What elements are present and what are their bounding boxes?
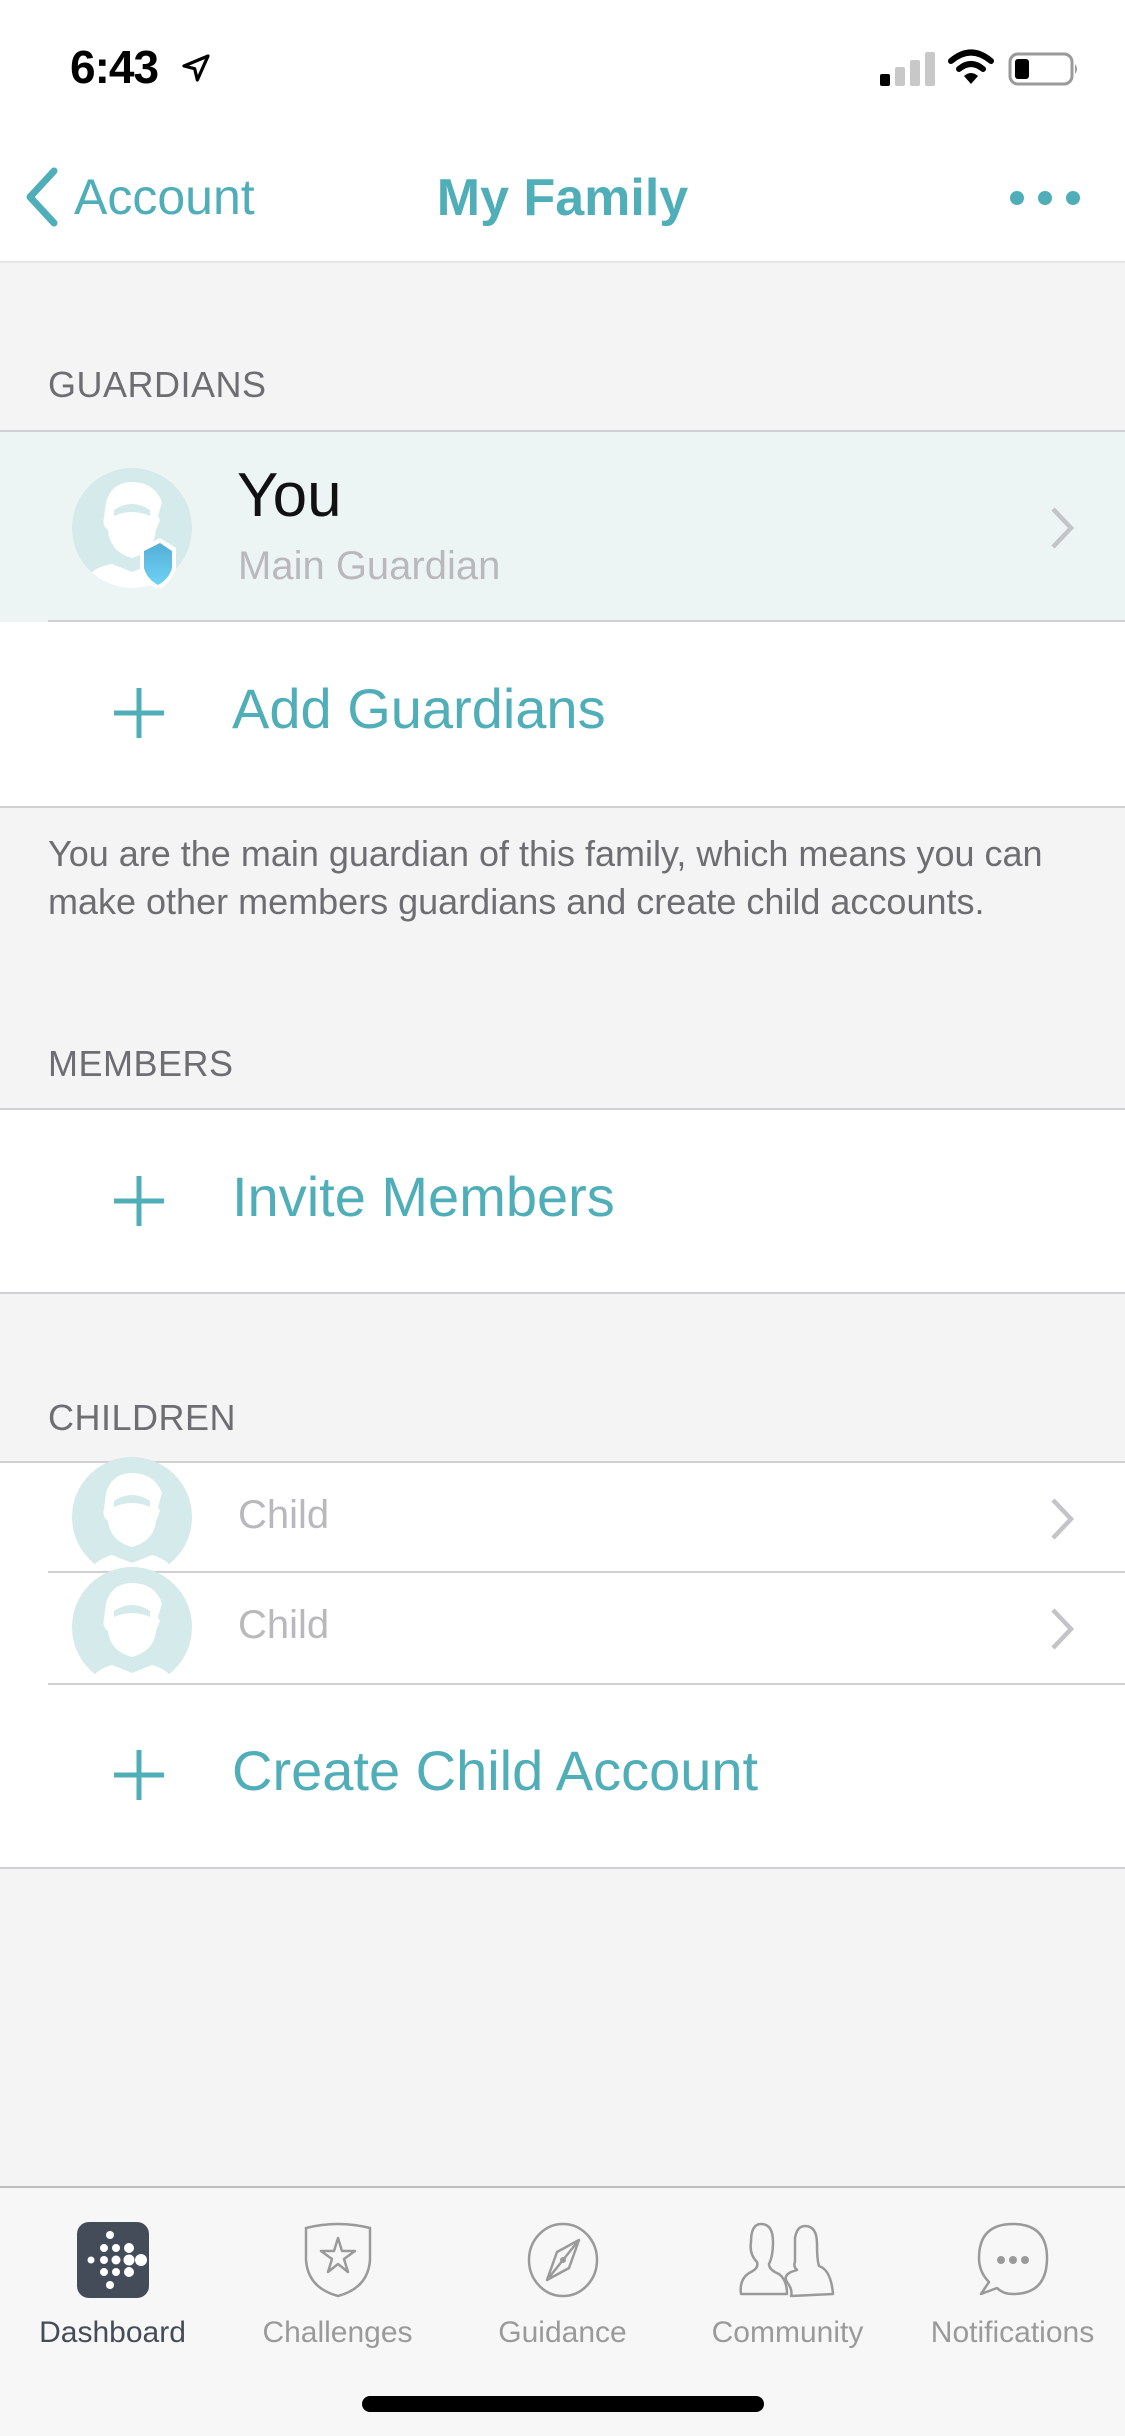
children-section-header: CHILDREN [48, 1397, 237, 1438]
page-title: My Family [436, 169, 689, 227]
tab-notifications[interactable]: Notifications [900, 2210, 1125, 2360]
child-row[interactable]: Child [0, 1567, 1125, 1687]
guardians-section-header: GUARDIANS [48, 364, 267, 405]
tab-community[interactable]: Community [675, 2210, 900, 2360]
home-indicator[interactable] [362, 2396, 764, 2412]
status-bar: 6:43 [0, 0, 1125, 130]
cellular-signal-icon [880, 52, 935, 86]
members-section-header: MEMBERS [48, 1043, 234, 1084]
more-options-button[interactable] [1010, 178, 1080, 218]
chat-bubble-icon [977, 2222, 1049, 2296]
location-arrow-icon [182, 54, 210, 82]
invite-members-label: Invite Members [232, 1165, 615, 1228]
more-dot [1066, 191, 1080, 205]
compass-icon [527, 2222, 599, 2298]
tab-label: Notifications [930, 2316, 1095, 2349]
tab-label: Dashboard [39, 2316, 186, 2349]
guardian-description: You are the main guardian of this family… [48, 833, 1043, 922]
child-avatar-icon [72, 1567, 192, 1687]
plus-icon [114, 1750, 164, 1800]
navigation-bar: Account My Family [0, 130, 1125, 263]
wifi-icon [948, 49, 994, 84]
status-time: 6:43 [70, 41, 159, 93]
create-child-account-button[interactable]: Create Child Account [0, 1685, 1125, 1869]
guardian-avatar-icon [72, 468, 192, 588]
plus-icon [114, 688, 164, 738]
add-guardians-label: Add Guardians [232, 677, 606, 740]
child-name: Child [238, 1493, 330, 1537]
guardian-name: You [237, 461, 342, 530]
more-dot [1038, 191, 1052, 205]
plus-icon [114, 1176, 164, 1226]
child-avatar-icon [72, 1457, 192, 1577]
child-name: Child [238, 1603, 330, 1647]
guardian-row-you[interactable]: You Main Guardian [0, 430, 1125, 622]
tab-label: Community [711, 2316, 864, 2349]
invite-members-button[interactable]: Invite Members [0, 1108, 1125, 1294]
add-guardians-button[interactable]: Add Guardians [0, 622, 1125, 808]
guardian-role: Main Guardian [238, 544, 501, 588]
chevron-right-icon [1051, 1498, 1075, 1540]
battery-icon [1008, 52, 1077, 86]
tab-label: Challenges [262, 2316, 413, 2349]
challenges-badge-icon [304, 2222, 372, 2298]
chevron-right-icon [1051, 1608, 1075, 1650]
tab-challenges[interactable]: Challenges [225, 2210, 450, 2360]
child-row[interactable]: Child [0, 1457, 1125, 1577]
dashboard-icon [77, 2222, 149, 2298]
tab-dashboard[interactable]: Dashboard [0, 2210, 225, 2360]
chevron-right-icon [1051, 507, 1075, 549]
tab-label: Guidance [498, 2316, 627, 2349]
tab-guidance[interactable]: Guidance [450, 2210, 675, 2360]
community-people-icon [739, 2222, 835, 2298]
more-horizontal-icon [1010, 191, 1024, 205]
create-child-account-label: Create Child Account [232, 1739, 759, 1802]
